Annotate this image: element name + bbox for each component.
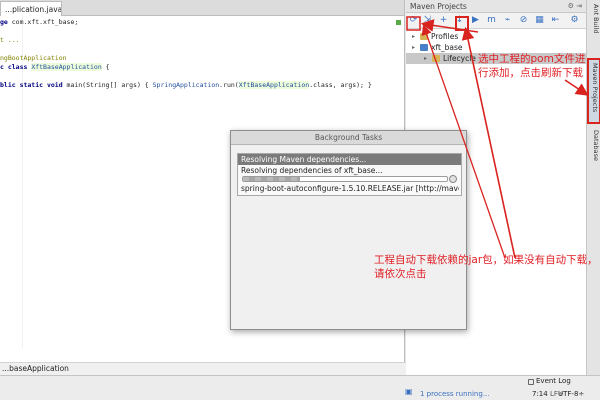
reimport-icon[interactable]: ⟳ — [408, 15, 419, 26]
maven-module-icon — [420, 44, 428, 51]
settings-icon[interactable]: ⚙ — [569, 15, 580, 26]
cancel-task-button[interactable] — [449, 175, 457, 183]
task-progress-fill — [243, 177, 301, 181]
code-token: class — [7, 63, 32, 71]
dialog-title: Background Tasks — [231, 131, 466, 145]
tree-item-label: xft_base — [431, 43, 463, 52]
task-file-text: spring-boot-autoconfigure-1.5.10.RELEASE… — [241, 184, 459, 193]
code-token: .run( — [219, 81, 239, 89]
editor-tab-bar: ...plication.java× — [0, 0, 404, 16]
code-line: blic static void main(String[] args) { S… — [0, 81, 372, 89]
task-header: Resolving Maven dependencies... — [238, 154, 461, 165]
maven-panel-header: Maven Projects ⚙ ⇥ — [406, 0, 586, 13]
editor-breadcrumb-bar: ...baseApplication — [0, 362, 406, 375]
caret-position[interactable]: 7:14 — [532, 390, 548, 398]
folder-icon — [420, 33, 428, 40]
code-token: t ... — [0, 36, 20, 44]
code-token: ge — [0, 18, 12, 26]
code-token: blic static void — [0, 81, 67, 89]
skip-tests-icon[interactable]: ⊘ — [518, 15, 529, 26]
add-maven-project-icon[interactable]: + — [438, 15, 449, 26]
maven-panel-title: Maven Projects — [410, 2, 467, 11]
execute-goal-icon[interactable]: m — [486, 15, 497, 26]
code-token: .class, args); } — [309, 81, 372, 89]
status-bar: Event Log ▣ 1 process running... 7:14 LF… — [0, 375, 600, 400]
task-item: Resolving Maven dependencies... Resolvin… — [237, 153, 462, 196]
tree-item-label: Lifecycle — [443, 54, 476, 63]
annotation-note-auto-download: 工程自动下载依赖的jar包，如果没有自动下载，请依次点击 — [374, 254, 598, 280]
code-token: XftBaseApplication — [238, 81, 310, 89]
code-line: ngBootApplication — [0, 54, 67, 62]
tab-ant-build[interactable]: Ant Build — [588, 4, 600, 54]
code-token: SpringApplication — [152, 81, 220, 89]
process-status-link[interactable]: 1 process running... — [420, 390, 490, 398]
panel-settings-icon[interactable]: ⚙ ⇥ — [568, 2, 582, 10]
event-log-icon[interactable] — [528, 379, 534, 385]
show-dependencies-icon[interactable]: ▦ — [534, 15, 545, 26]
editor-tab-label: ...plication.java — [5, 5, 62, 14]
editor-tab[interactable]: ...plication.java× — [0, 1, 62, 16]
run-icon[interactable]: ▶ — [470, 15, 481, 26]
code-token: XftBaseApplication — [31, 63, 102, 71]
code-token: ngBootApplication — [0, 54, 67, 62]
maven-toolbar: ⟳ ⇲ + ↓ ▶ m ⌁ ⊘ ▦ ⇤ ⚙ — [406, 13, 586, 29]
right-tool-strip: Ant Build Maven Projects Database — [586, 0, 600, 375]
code-token: com.xft.xft_base; — [11, 18, 79, 26]
expand-arrow-icon[interactable]: ▸ — [412, 42, 415, 53]
event-log-button[interactable]: Event Log — [536, 377, 571, 385]
breadcrumb[interactable]: ...baseApplication — [2, 364, 69, 373]
tree-item[interactable]: ▸ Profiles — [406, 31, 586, 42]
expand-arrow-icon[interactable]: ▸ — [424, 53, 427, 64]
code-token: c — [0, 63, 8, 71]
file-encoding[interactable]: UTF-8÷ — [558, 390, 584, 398]
code-line: ge com.xft.xft_base; — [0, 18, 78, 26]
background-tasks-dialog: Background Tasks Resolving Maven depende… — [230, 130, 467, 330]
code-token: { — [101, 63, 110, 71]
expand-arrow-icon[interactable]: ▸ — [412, 31, 415, 42]
tab-database[interactable]: Database — [588, 130, 600, 170]
code-token: main(String[] args) { — [66, 81, 153, 89]
code-line: t ... — [0, 36, 20, 44]
collapse-all-icon[interactable]: ⇤ — [550, 15, 561, 26]
annotation-note-refresh: 选中工程的pom文件进行添加，点击刷新下载 — [478, 53, 586, 79]
task-progress-bar — [242, 176, 448, 182]
code-line: c class XftBaseApplication { — [0, 63, 110, 71]
tool-windows-icon[interactable]: ▣ — [405, 387, 415, 397]
toggle-offline-icon[interactable]: ⌁ — [502, 15, 513, 26]
generate-sources-icon[interactable]: ⇲ — [422, 15, 433, 26]
tab-maven-projects[interactable]: Maven Projects — [587, 58, 600, 124]
folder-icon — [432, 55, 440, 62]
inspection-ok-icon[interactable] — [396, 20, 401, 25]
highlight-box-download — [455, 16, 469, 31]
tree-item-label: Profiles — [431, 32, 459, 41]
